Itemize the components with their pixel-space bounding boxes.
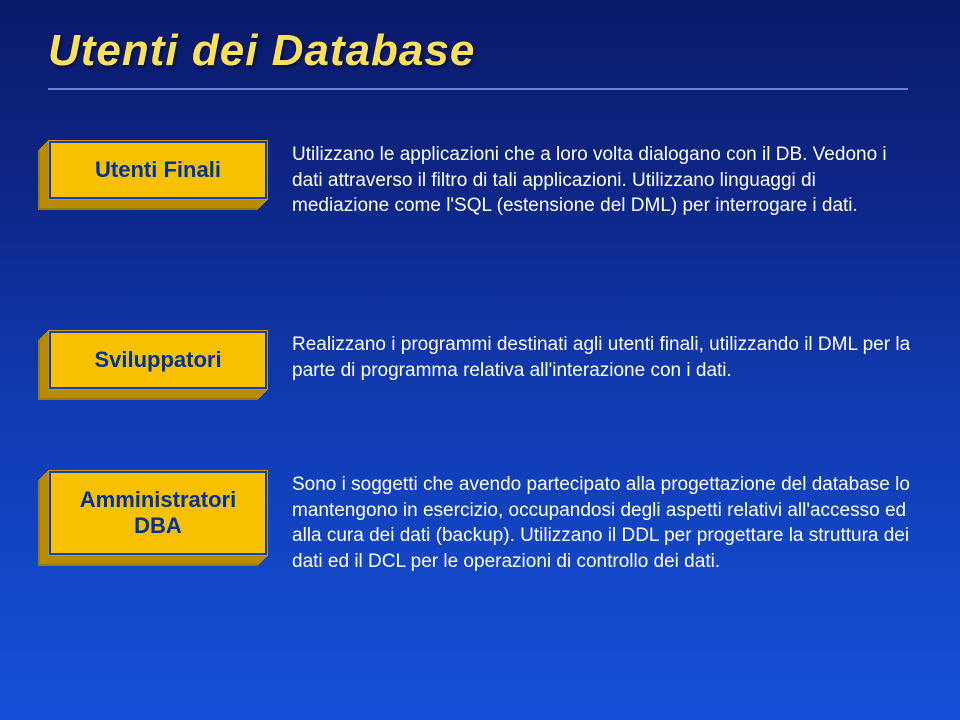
row-sviluppatori: Sviluppatori Realizzano i programmi dest… [48,330,912,390]
row-utenti-finali: Utenti Finali Utilizzano le applicazioni… [48,140,912,219]
desc-amministratori: Sono i soggetti che avendo partecipato a… [292,470,912,575]
box-label: Sviluppatori [49,331,267,389]
box-label: Amministratori DBA [49,471,267,555]
row-amministratori: Amministratori DBA Sono i soggetti che a… [48,470,912,575]
box-amministratori: Amministratori DBA [48,470,268,556]
slide-title: Utenti dei Database [48,26,475,76]
box-label: Utenti Finali [49,141,267,199]
title-underline [48,88,908,90]
desc-utenti-finali: Utilizzano le applicazioni che a loro vo… [292,140,912,219]
box-sviluppatori: Sviluppatori [48,330,268,390]
box-utenti-finali: Utenti Finali [48,140,268,200]
desc-sviluppatori: Realizzano i programmi destinati agli ut… [292,330,912,383]
